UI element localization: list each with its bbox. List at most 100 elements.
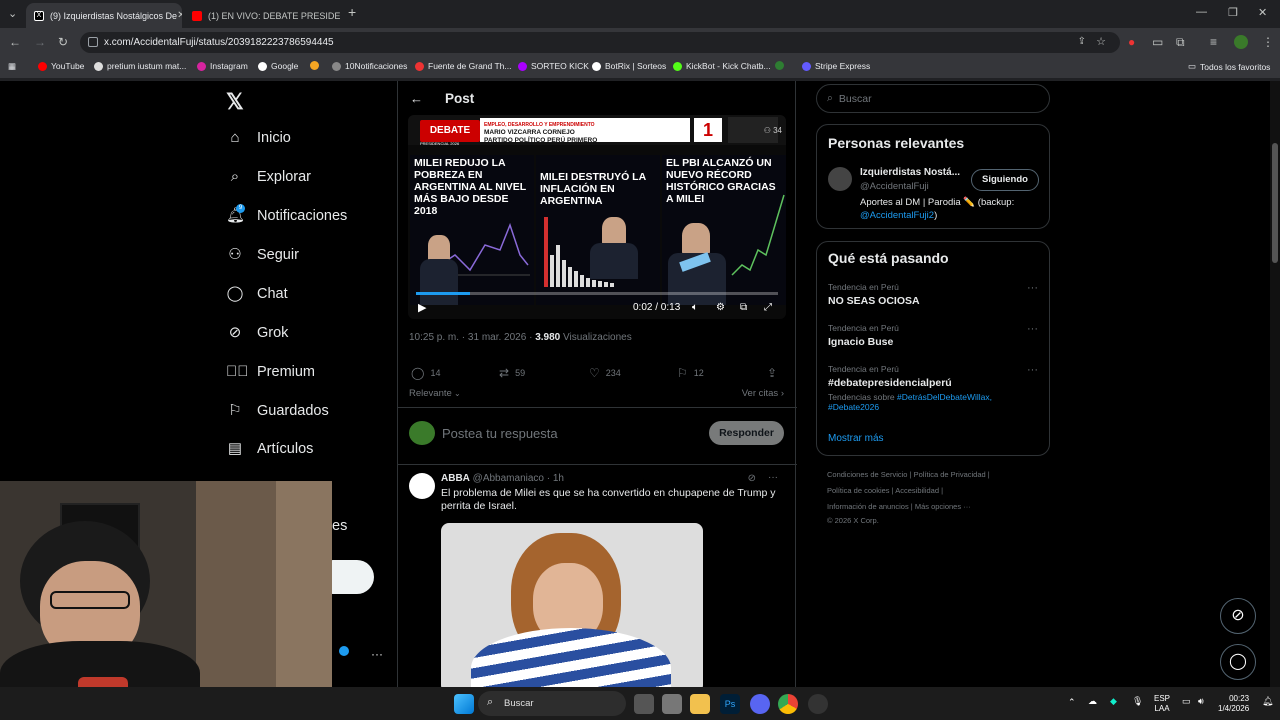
repost-action[interactable]: ⇄ 59: [499, 366, 525, 380]
app-icon[interactable]: [808, 694, 828, 714]
trend-item[interactable]: Tendencia en Perú #debatepresidencialper…: [828, 364, 1038, 412]
bookmark-10notificaciones[interactable]: 10Notificaciones: [332, 61, 407, 71]
following-button[interactable]: Siguiendo: [971, 169, 1039, 191]
maximize-icon[interactable]: ❐: [1228, 6, 1238, 19]
chat-fab-icon[interactable]: ◯: [1220, 644, 1256, 680]
extension-red-icon[interactable]: ●: [1128, 35, 1135, 49]
fullscreen-icon[interactable]: ⤢: [764, 302, 772, 313]
microphone-icon[interactable]: 🎙︎: [1132, 696, 1143, 707]
nav-item-inicio[interactable]: ⌂ Inicio: [226, 129, 290, 147]
tab-debate[interactable]: (1) EN VIVO: DEBATE PRESIDEN ✕: [184, 3, 340, 28]
language-indicator[interactable]: ESP LAA: [1154, 694, 1170, 714]
tab-search-icon[interactable]: ⌄: [8, 7, 17, 20]
footer-links[interactable]: Información de anuncios | Más opciones ·…: [827, 502, 971, 511]
bookmark-botrix[interactable]: BotRix | Sorteos: [592, 61, 666, 71]
nav-item-premium[interactable]: ✓⃝ Premium: [226, 363, 315, 381]
backup-account-link[interactable]: @AccidentalFuji2: [860, 210, 934, 221]
nav-item-guardados[interactable]: ⚐ Guardados: [226, 402, 328, 420]
bookmark-youtube[interactable]: YouTube: [38, 61, 84, 71]
tray-icon[interactable]: ◆: [1110, 696, 1117, 707]
settings-gear-icon[interactable]: ⚙: [716, 302, 725, 313]
scrollbar-thumb[interactable]: [1272, 143, 1278, 263]
forward-icon[interactable]: →: [34, 35, 46, 49]
share-action[interactable]: ⇪: [767, 366, 783, 380]
bookmark-star-icon[interactable]: ☆: [1096, 35, 1106, 48]
bookmark-green[interactable]: [775, 61, 788, 70]
tray-icon[interactable]: ☁: [1088, 696, 1097, 707]
more-icon[interactable]: ···: [768, 472, 778, 483]
install-app-icon[interactable]: ⇪: [1078, 36, 1086, 47]
chevron-up-icon[interactable]: ⌃: [1068, 697, 1076, 708]
person-name[interactable]: Izquierdistas Nostá...: [860, 167, 960, 178]
reload-icon[interactable]: ↻: [58, 35, 68, 49]
more-icon[interactable]: ···: [1027, 364, 1038, 376]
reply-input[interactable]: Postea tu respuesta: [442, 426, 558, 441]
volume-icon[interactable]: 🔈︎: [692, 302, 698, 313]
footer-links[interactable]: Condiciones de Servicio | Política de Pr…: [827, 470, 990, 479]
bookmark-unnamed[interactable]: [310, 61, 323, 70]
bookmark-stripe[interactable]: Stripe Express: [802, 61, 870, 71]
show-more-link[interactable]: Mostrar más: [828, 433, 884, 444]
x-logo-icon[interactable]: 𝕏: [226, 89, 244, 115]
pip-icon[interactable]: ⧉: [740, 302, 747, 313]
sort-dropdown[interactable]: Relevante: [409, 388, 452, 399]
chrome-icon[interactable]: [778, 694, 798, 714]
extensions-puzzle-icon[interactable]: ⧉: [1176, 35, 1185, 50]
grok-icon[interactable]: ⊘: [748, 473, 756, 484]
volume-icon[interactable]: 🔊︎: [1198, 696, 1204, 707]
more-icon[interactable]: ···: [1027, 282, 1038, 294]
nav-item-seguir[interactable]: ⚇ Seguir: [226, 246, 299, 264]
person-avatar[interactable]: [828, 167, 852, 191]
bookmark-instagram[interactable]: Instagram: [197, 61, 248, 71]
start-windows-icon[interactable]: [454, 694, 474, 714]
video-player[interactable]: DEBATE PRESIDENCIAL 2026 EMPLEO, DESARRO…: [408, 115, 786, 319]
grok-fab-icon[interactable]: ⊘: [1220, 598, 1256, 634]
search-input[interactable]: ⌕ Buscar: [816, 84, 1050, 113]
bookmark-sorteo-kick[interactable]: SORTEO KICK: [518, 61, 589, 71]
scrollbar[interactable]: [1270, 81, 1280, 687]
close-window-icon[interactable]: ✕: [1258, 6, 1267, 19]
minimize-icon[interactable]: —: [1196, 6, 1207, 18]
nav-item-articulos[interactable]: ▤ Artículos: [226, 440, 314, 458]
extension-icon[interactable]: ▭: [1152, 35, 1163, 49]
close-tab-icon[interactable]: ✕: [177, 10, 182, 21]
menu-kebab-icon[interactable]: ⋮: [1262, 35, 1274, 49]
site-info-icon[interactable]: [88, 37, 98, 47]
more-icon[interactable]: ···: [1027, 323, 1038, 335]
photoshop-icon[interactable]: Ps: [720, 694, 740, 714]
display-icon[interactable]: ▭: [1182, 696, 1191, 707]
bookmark-pretium[interactable]: pretium iustum mat...: [94, 61, 186, 71]
bookmark-kickbot[interactable]: KickBot - Kick Chatb...: [673, 61, 771, 71]
reply-button[interactable]: Responder: [709, 421, 784, 445]
new-tab-icon[interactable]: +: [348, 4, 356, 20]
like-action[interactable]: ♡ 234: [589, 366, 621, 380]
bookmark-fuente-gta[interactable]: Fuente de Grand Th...: [415, 61, 511, 71]
profile-avatar[interactable]: [1234, 35, 1248, 49]
apps-grid-icon[interactable]: ▦: [8, 61, 16, 72]
address-bar[interactable]: x.com/AccidentalFuji/status/203918222378…: [80, 32, 1120, 53]
tab-list-icon[interactable]: ≡: [1210, 35, 1217, 49]
bookmark-google[interactable]: Google: [258, 61, 298, 71]
footer-links[interactable]: Política de cookies | Accesibilidad |: [827, 486, 943, 495]
nav-item-partial[interactable]: es: [332, 518, 347, 534]
reply-action[interactable]: ◯ 14: [411, 366, 440, 380]
abba-avatar[interactable]: [409, 473, 435, 499]
back-icon[interactable]: ←: [9, 35, 21, 49]
trend-item[interactable]: Tendencia en Perú Ignacio Buse ···: [828, 323, 1038, 348]
discord-icon[interactable]: [750, 694, 770, 714]
nav-item-grok[interactable]: ⊘ Grok: [226, 324, 289, 342]
nav-item-notificaciones[interactable]: 🔔︎ 9 Notificaciones: [226, 204, 347, 225]
notifications-icon[interactable]: 🔔︎: [1262, 696, 1273, 707]
trend-item[interactable]: Tendencia en Perú NO SEAS OCIOSA ···: [828, 282, 1038, 307]
play-icon[interactable]: ▶: [418, 301, 426, 314]
nav-item-explorar[interactable]: ⌕ Explorar: [226, 168, 311, 186]
tweet-image[interactable]: [441, 523, 703, 687]
clock[interactable]: 00:23 1/4/2026: [1218, 694, 1249, 714]
nav-item-chat[interactable]: ◯ Chat: [226, 285, 288, 303]
bookmarks-folder[interactable]: ▭ Todos los favoritos: [1188, 61, 1270, 72]
back-arrow-icon[interactable]: ←: [410, 91, 423, 106]
app-icon[interactable]: [662, 694, 682, 714]
view-quotes-link[interactable]: Ver citas ›: [742, 388, 784, 399]
file-explorer-icon[interactable]: [690, 694, 710, 714]
bookmark-action[interactable]: ⚐ 12: [677, 366, 704, 380]
